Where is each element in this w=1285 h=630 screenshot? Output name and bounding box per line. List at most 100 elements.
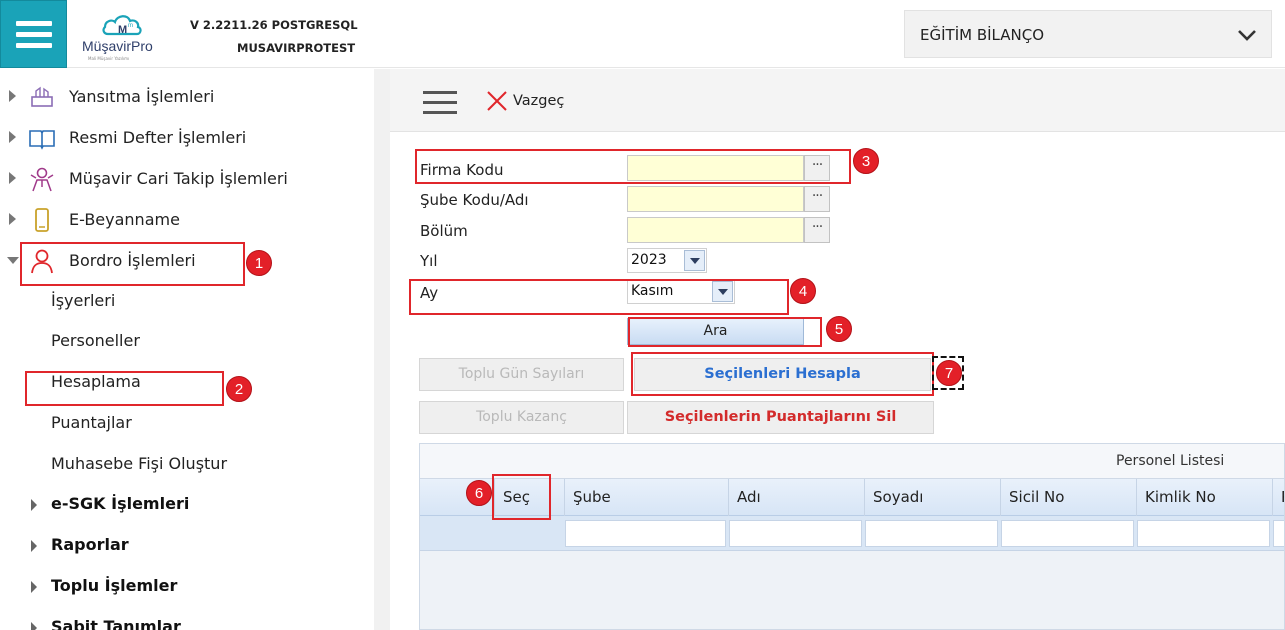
svg-text:M: M [118,24,127,36]
database-label: MUSAVIRPROTEST [237,41,356,55]
toplu-kazanc-button[interactable]: Toplu Kazanç [419,401,624,434]
version-label: V 2.2211.26 POSTGRESQL [190,18,358,32]
logo-tagline: Mali Müşavir Yazılımı [88,56,130,61]
grid-filter-row [420,516,1284,551]
bolum-lookup-button[interactable]: ··· [804,217,830,243]
sidebar-group-label: Sabit Tanımlar [51,617,181,630]
hamburger-line [16,43,52,48]
dropdown-arrow-icon [684,250,705,271]
reflect-icon [31,86,53,107]
grid-title: Personel Listesi [1116,453,1225,469]
sube-lookup-button[interactable]: ··· [804,186,830,212]
annotation-badge-7: 7 [936,360,962,386]
grid-body [420,551,1284,629]
advisor-icon [30,167,54,192]
sube-input[interactable] [627,186,804,212]
expand-arrow-icon [31,622,37,630]
filter-adi-input[interactable] [729,520,862,547]
sidebar-item-e-beyanname[interactable]: E-Beyanname [0,201,374,239]
annotation-box-ay [409,279,789,315]
sidebar-item-resmi-defter[interactable]: Resmi Defter İşlemleri [0,119,374,157]
expand-arrow-icon [9,213,16,225]
column-adi[interactable]: Adı [728,479,864,516]
expand-arrow-icon [31,581,37,593]
yil-value: 2023 [631,252,667,268]
bolum-input[interactable] [627,217,804,243]
menu-line [423,101,457,104]
close-icon [487,91,507,111]
annotation-badge-4: 4 [790,278,816,304]
annotation-box-hesapla [631,352,934,396]
hamburger-line [16,32,52,37]
sidebar: Yansıtma İşlemleri Resmi Defter İşlemler… [0,69,374,630]
annotation-badge-5: 5 [826,316,852,342]
sidebar-item-label: Müşavir Cari Takip İşlemleri [69,169,288,188]
annotation-box-bordro [20,242,245,286]
sidebar-subitem-muhasebe-fisi[interactable]: Muhasebe Fişi Oluştur [51,454,227,473]
book-icon [29,130,55,150]
menu-line [423,91,457,94]
sidebar-scrollbar[interactable] [374,69,390,630]
chevron-down-icon [1238,30,1256,41]
filter-sicil-input[interactable] [1001,520,1134,547]
annotation-badge-6: 6 [466,480,492,506]
sidebar-group-raporlar[interactable]: Raporlar [0,531,374,561]
sidebar-item-label: E-Beyanname [69,210,180,229]
bolum-label: Bölüm [420,222,468,240]
sidebar-group-label: Raporlar [51,535,129,554]
svg-text:m: m [128,23,133,29]
hamburger-line [16,21,52,26]
sidebar-subitem-personeller[interactable]: Personeller [51,331,140,350]
filter-p-input[interactable] [1273,520,1284,547]
annotation-badge-3: 3 [853,148,879,174]
column-sicil-no[interactable]: Sicil No [1000,479,1136,516]
sidebar-item-label: Yansıtma İşlemleri [69,87,215,106]
main-menu-button[interactable] [0,0,67,68]
collapse-arrow-icon [7,257,19,264]
filter-sube-input[interactable] [565,520,726,547]
annotation-badge-2: 2 [226,376,252,402]
sidebar-item-label: Resmi Defter İşlemleri [69,128,247,147]
column-soyadi[interactable]: Soyadı [864,479,1000,516]
annotation-box-sec [492,474,551,520]
annotation-box-ara [628,317,822,347]
toplu-gun-button[interactable]: Toplu Gün Sayıları [419,358,624,391]
toolbar-menu-icon[interactable] [423,91,457,115]
sidebar-group-toplu-islemler[interactable]: Toplu İşlemler [0,572,374,602]
app-window: M m MüşavirPro Mali Müşavir Yazılımı V 2… [0,0,1285,630]
sidebar-item-yansitma[interactable]: Yansıtma İşlemleri [0,78,374,116]
logo-text: MüşavirPro [82,38,153,54]
expand-arrow-icon [9,131,16,143]
company-select[interactable]: EĞİTİM BİLANÇO [904,10,1272,58]
sidebar-subitem-puantajlar[interactable]: Puantajlar [51,413,132,432]
sube-label: Şube Kodu/Adı [420,191,529,209]
filter-kimlik-input[interactable] [1137,520,1270,547]
expand-arrow-icon [9,90,16,102]
column-kimlik-no[interactable]: Kimlik No [1136,479,1272,516]
cancel-label: Vazgeç [513,93,565,109]
puantaj-sil-button[interactable]: Seçilenlerin Puantajlarını Sil [627,401,934,434]
expand-arrow-icon [9,172,16,184]
filter-soyadi-input[interactable] [865,520,998,547]
yil-label: Yıl [420,252,438,270]
phone-icon [35,208,49,232]
column-p[interactable]: P [1272,479,1284,516]
personel-grid: Personel Listesi Seç Şube Adı Soyadı Sic… [419,443,1285,630]
annotation-box-hesaplama [25,371,224,406]
header-bar: M m MüşavirPro Mali Müşavir Yazılımı V 2… [0,0,1285,68]
sidebar-group-label: e-SGK İşlemleri [51,494,190,513]
yil-select[interactable]: 2023 [627,248,707,273]
sidebar-item-musavir-cari[interactable]: Müşavir Cari Takip İşlemleri [0,160,374,198]
annotation-box-firma-kodu [415,149,851,184]
sidebar-group-label: Toplu İşlemler [51,576,178,595]
sidebar-group-e-sgk[interactable]: e-SGK İşlemleri [0,490,374,520]
company-select-value: EĞİTİM BİLANÇO [920,26,1044,44]
annotation-badge-1: 1 [246,250,272,276]
expand-arrow-icon [31,540,37,552]
sidebar-subitem-isyerleri[interactable]: İşyerleri [51,291,115,310]
column-sube[interactable]: Şube [564,479,728,516]
sidebar-group-sabit-tanimlar[interactable]: Sabit Tanımlar [0,613,374,630]
menu-line [423,111,457,114]
cancel-button[interactable]: Vazgeç [486,90,576,114]
expand-arrow-icon [31,499,37,511]
